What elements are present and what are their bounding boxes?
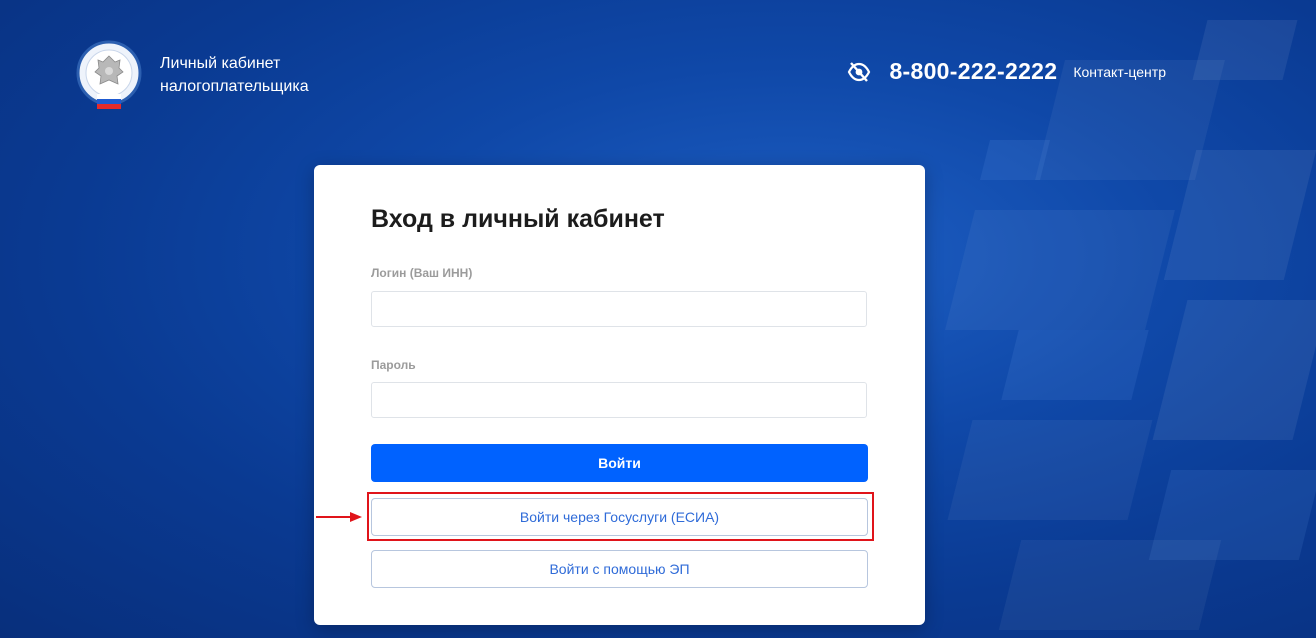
login-label: Логин (Ваш ИНН) [371, 266, 473, 280]
cabinet-title: Личный кабинет налогоплательщика [160, 52, 309, 98]
password-input[interactable] [371, 382, 867, 418]
eye-slash-icon[interactable] [847, 60, 871, 84]
phone-number[interactable]: 8-800-222-2222 [889, 58, 1057, 85]
contact-center-link[interactable]: Контакт-центр [1073, 64, 1166, 80]
login-button[interactable]: Войти [371, 444, 868, 482]
gosuslugi-login-button[interactable]: Войти через Госуслуги (ЕСИА) [371, 498, 868, 536]
header-right: 8-800-222-2222 Контакт-центр [847, 58, 1166, 85]
login-heading: Вход в личный кабинет [371, 205, 665, 233]
arrow-right-icon [316, 512, 362, 522]
login-input[interactable] [371, 291, 867, 327]
fns-logo[interactable] [73, 40, 145, 112]
title-line1: Личный кабинет [160, 55, 281, 72]
title-line2: налогоплательщика [160, 78, 309, 95]
ep-login-button[interactable]: Войти с помощью ЭП [371, 550, 868, 588]
password-label: Пароль [371, 358, 416, 372]
login-card: Вход в личный кабинет Логин (Ваш ИНН) Па… [314, 165, 925, 625]
